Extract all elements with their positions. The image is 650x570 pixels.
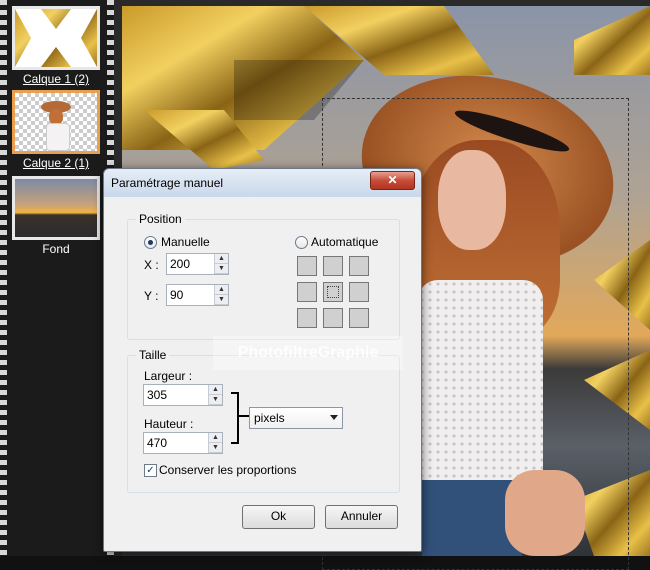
keep-ratio-label: Conserver les proportions (159, 463, 297, 477)
anchor-middle-right[interactable] (349, 282, 369, 302)
anchor-bottom-left[interactable] (297, 308, 317, 328)
layer-item-calque-2[interactable]: Calque 2 (1) (11, 90, 101, 170)
chevron-down-icon (330, 415, 338, 420)
layer-thumbnail (12, 6, 100, 70)
height-label: Hauteur : (144, 417, 194, 431)
link-bracket (231, 392, 239, 444)
x-up-icon[interactable]: ▲ (215, 254, 228, 264)
layers-panel: Calque 1 (2) Calque 2 (1) Fond (0, 0, 114, 556)
layer-label: Calque 1 (2) (22, 72, 90, 86)
x-stepper[interactable]: 200 ▲ ▼ (166, 253, 229, 275)
y-stepper[interactable]: 90 ▲ ▼ (166, 284, 229, 306)
anchor-top-left[interactable] (297, 256, 317, 276)
watermark: PhotofiltreGraphie (213, 336, 403, 370)
close-button[interactable]: ✕ (370, 171, 415, 190)
automatic-radio-label: Automatique (311, 235, 379, 249)
height-up-icon[interactable]: ▲ (209, 433, 222, 443)
layer-item-calque-1[interactable]: Calque 1 (2) (11, 6, 101, 86)
ok-button[interactable]: Ok (242, 505, 315, 529)
position-group-label: Position (136, 212, 185, 226)
height-stepper[interactable]: 470 ▲ ▼ (143, 432, 223, 454)
layer-thumbnail (12, 90, 100, 154)
anchor-top-center[interactable] (323, 256, 343, 276)
anchor-top-right[interactable] (349, 256, 369, 276)
anchor-bottom-center[interactable] (323, 308, 343, 328)
manual-radio[interactable] (144, 236, 157, 249)
anchor-center[interactable] (323, 282, 343, 302)
link-bracket-stem (239, 415, 249, 417)
layer-thumbnail (12, 176, 100, 240)
width-stepper[interactable]: 305 ▲ ▼ (143, 384, 223, 406)
y-label: Y : (144, 289, 159, 303)
filmstrip-left (0, 0, 7, 556)
y-up-icon[interactable]: ▲ (215, 285, 228, 295)
anchor-middle-left[interactable] (297, 282, 317, 302)
width-label: Largeur : (144, 369, 193, 383)
manual-radio-label: Manuelle (161, 235, 210, 249)
unit-value: pixels (254, 411, 285, 425)
size-group-label: Taille (136, 348, 170, 362)
y-value: 90 (170, 288, 184, 302)
automatic-radio[interactable] (295, 236, 308, 249)
unit-select[interactable]: pixels (249, 407, 343, 429)
anchor-bottom-right[interactable] (349, 308, 369, 328)
layer-label: Fond (42, 242, 70, 256)
height-down-icon[interactable]: ▼ (209, 443, 222, 453)
x-value: 200 (170, 257, 191, 271)
width-up-icon[interactable]: ▲ (209, 385, 222, 395)
layer-item-fond[interactable]: Fond (11, 176, 101, 256)
y-down-icon[interactable]: ▼ (215, 295, 228, 305)
keep-ratio-checkbox[interactable]: ✓ (144, 464, 157, 477)
x-down-icon[interactable]: ▼ (215, 264, 228, 274)
close-icon: ✕ (387, 173, 398, 187)
dialog-title: Paramétrage manuel (111, 176, 224, 190)
cancel-button[interactable]: Annuler (325, 505, 398, 529)
width-down-icon[interactable]: ▼ (209, 395, 222, 405)
layer-label: Calque 2 (1) (22, 156, 90, 170)
height-value: 470 (147, 436, 168, 450)
size-group: Taille Largeur : 305 ▲ ▼ Hauteur : 470 ▲ ▼… (127, 348, 400, 493)
position-group: Position Manuelle Automatique X : 200 ▲ ▼… (127, 212, 400, 340)
width-value: 305 (147, 388, 168, 402)
dialog-titlebar[interactable]: Paramétrage manuel ✕ (104, 169, 421, 197)
x-label: X : (144, 258, 159, 272)
